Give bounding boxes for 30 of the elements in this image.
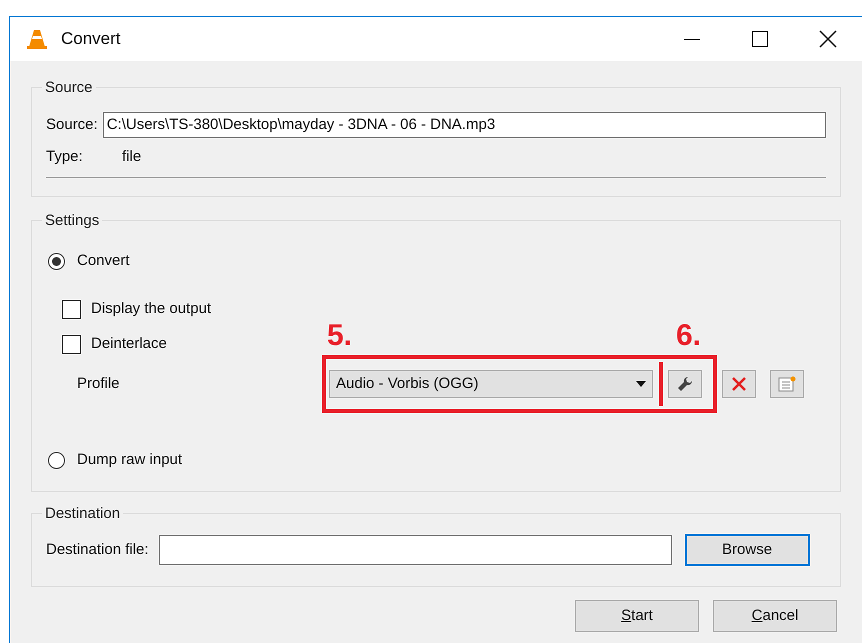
field-label: Type: bbox=[46, 147, 84, 167]
option-label: Dump raw input bbox=[77, 450, 182, 470]
radio-button[interactable] bbox=[48, 252, 65, 270]
option-label: Deinterlace bbox=[91, 334, 167, 354]
field-label: Destination file: bbox=[46, 540, 149, 560]
dialog-button[interactable]: Start bbox=[575, 600, 699, 632]
browse-button[interactable]: Browse bbox=[684, 534, 810, 566]
traffic-cone-icon bbox=[25, 27, 49, 51]
source-field[interactable]: C:\Users\TS-380\Desktop\mayday - 3DNA - 06 - DNA.mp3 bbox=[102, 112, 826, 138]
checkbox[interactable] bbox=[62, 334, 81, 354]
list-icon bbox=[778, 376, 796, 392]
option-label: Display the output bbox=[91, 298, 212, 319]
close-icon bbox=[732, 377, 746, 391]
wrench-button[interactable] bbox=[668, 370, 702, 398]
option-label: Convert bbox=[77, 250, 130, 271]
new-profile-button[interactable] bbox=[770, 370, 804, 398]
annotation-number: 6. bbox=[676, 318, 702, 354]
checkbox[interactable] bbox=[62, 300, 81, 318]
radio-button[interactable] bbox=[48, 452, 65, 468]
destination-field[interactable] bbox=[158, 535, 672, 565]
profile-label: Profile bbox=[77, 374, 121, 394]
wrench-icon bbox=[677, 376, 693, 392]
type-value: file bbox=[122, 147, 142, 167]
profile-dropdown[interactable]: Audio - Vorbis (OGG) bbox=[329, 370, 653, 398]
annotation-number: 5. bbox=[327, 318, 352, 354]
dialog-button[interactable]: Cancel bbox=[713, 600, 837, 632]
delete-button[interactable] bbox=[722, 370, 756, 398]
caret-icon bbox=[636, 381, 646, 387]
field-label: Source: bbox=[46, 114, 98, 135]
window-title: Convert bbox=[61, 28, 121, 50]
